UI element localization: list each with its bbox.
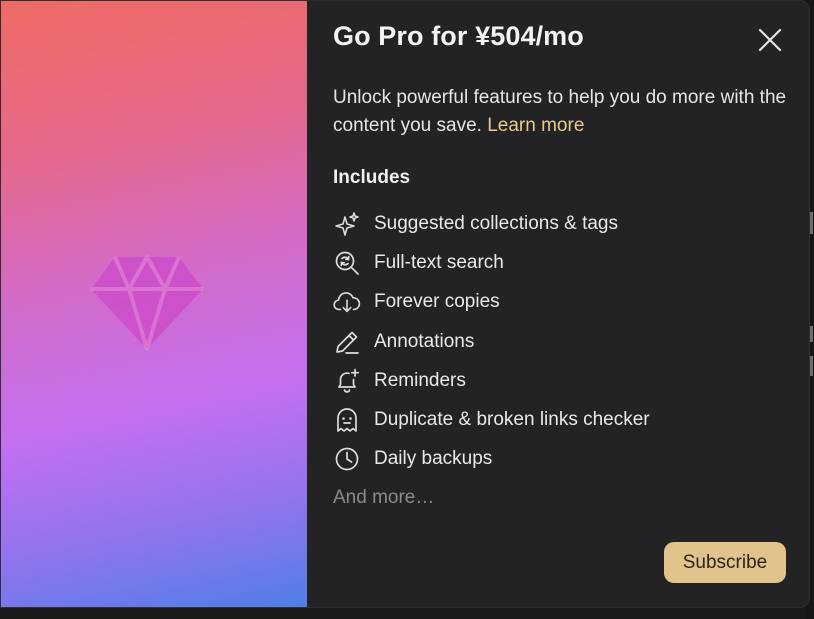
upgrade-modal: Go Pro for ¥504/mo Unlock powerful featu… — [0, 0, 810, 608]
plan-description: Unlock powerful features to help you do … — [333, 84, 793, 140]
feature-label: Duplicate & broken links checker — [374, 409, 650, 431]
bell-plus-icon — [333, 367, 361, 395]
feature-item: Forever copies — [333, 283, 650, 322]
hero-banner — [1, 1, 307, 607]
subscribe-button[interactable]: Subscribe — [664, 542, 786, 583]
feature-label: Forever copies — [374, 291, 500, 313]
plan-details-panel: Go Pro for ¥504/mo Unlock powerful featu… — [307, 1, 809, 607]
feature-label: Annotations — [374, 330, 475, 352]
clock-icon — [333, 445, 361, 473]
feature-label: Full-text search — [374, 251, 504, 273]
feature-label: Daily backups — [374, 448, 493, 470]
feature-item: Duplicate & broken links checker — [333, 400, 650, 439]
close-icon — [758, 28, 782, 52]
pencil-icon — [333, 328, 361, 356]
feature-item: Suggested collections & tags — [333, 204, 650, 243]
feature-item: Reminders — [333, 361, 650, 400]
feature-item: Full-text search — [333, 243, 650, 282]
cloud-download-icon — [333, 288, 361, 316]
feature-item: Annotations — [333, 322, 650, 361]
search-text-icon — [333, 249, 361, 277]
includes-heading: Includes — [333, 167, 411, 188]
feature-label: Suggested collections & tags — [374, 212, 618, 234]
sparkles-icon — [333, 210, 361, 238]
feature-item: Daily backups — [333, 440, 650, 479]
ghost-icon — [333, 406, 361, 434]
learn-more-link[interactable]: Learn more — [487, 115, 584, 136]
feature-label: Reminders — [374, 369, 466, 391]
more-features-text: And more… — [333, 487, 435, 508]
modal-title: Go Pro for ¥504/mo — [333, 21, 584, 51]
close-button[interactable] — [755, 25, 785, 55]
feature-list: Suggested collections & tags Full-text s… — [333, 204, 650, 479]
diamond-icon — [91, 255, 203, 351]
